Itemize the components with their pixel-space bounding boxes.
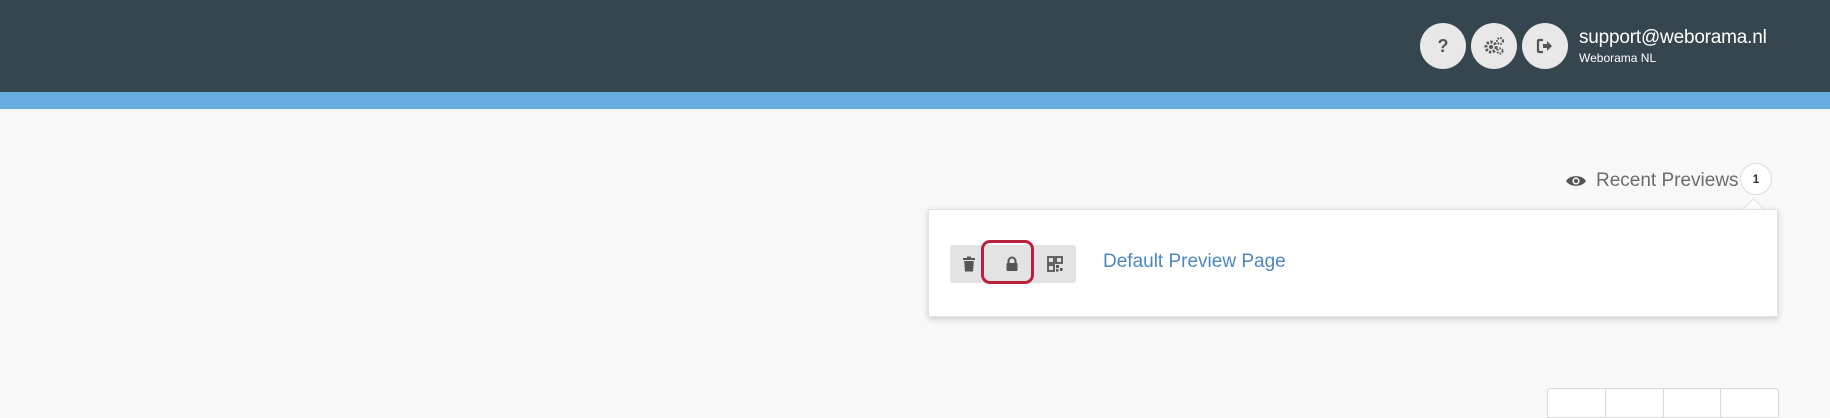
- logout-button[interactable]: [1522, 23, 1568, 69]
- pagination: [1547, 388, 1779, 418]
- user-email[interactable]: support@weborama.nl: [1579, 27, 1767, 49]
- lock-button-highlight: [981, 240, 1034, 284]
- pager-cell[interactable]: [1606, 389, 1664, 417]
- eye-icon: [1566, 176, 1586, 186]
- trash-icon: [963, 256, 975, 272]
- recent-previews-toggle[interactable]: Recent Previews: [1565, 166, 1739, 196]
- recent-previews-label: Recent Previews: [1596, 170, 1739, 191]
- user-organization: Weborama NL: [1579, 51, 1657, 65]
- pager-cell[interactable]: [1721, 389, 1778, 417]
- gears-icon: [1484, 37, 1504, 55]
- accent-strip: [0, 92, 1830, 109]
- pager-cell[interactable]: [1548, 389, 1606, 417]
- sign-out-icon: [1536, 38, 1552, 54]
- top-navigation-bar: ? support@weborama.nl Weborama NL: [0, 0, 1830, 92]
- question-icon: ?: [1438, 36, 1449, 56]
- settings-button[interactable]: [1471, 23, 1517, 69]
- qr-code-button[interactable]: [1036, 245, 1074, 283]
- recent-previews-count-badge: 1: [1740, 163, 1772, 195]
- preview-link[interactable]: Default Preview Page: [1103, 251, 1286, 273]
- help-button[interactable]: ?: [1420, 23, 1466, 69]
- svg-text:?: ?: [1438, 36, 1449, 56]
- pager-cell[interactable]: [1664, 389, 1722, 417]
- qr-code-icon: [1047, 256, 1063, 272]
- recent-previews-dropdown: Default Preview Page: [928, 209, 1778, 317]
